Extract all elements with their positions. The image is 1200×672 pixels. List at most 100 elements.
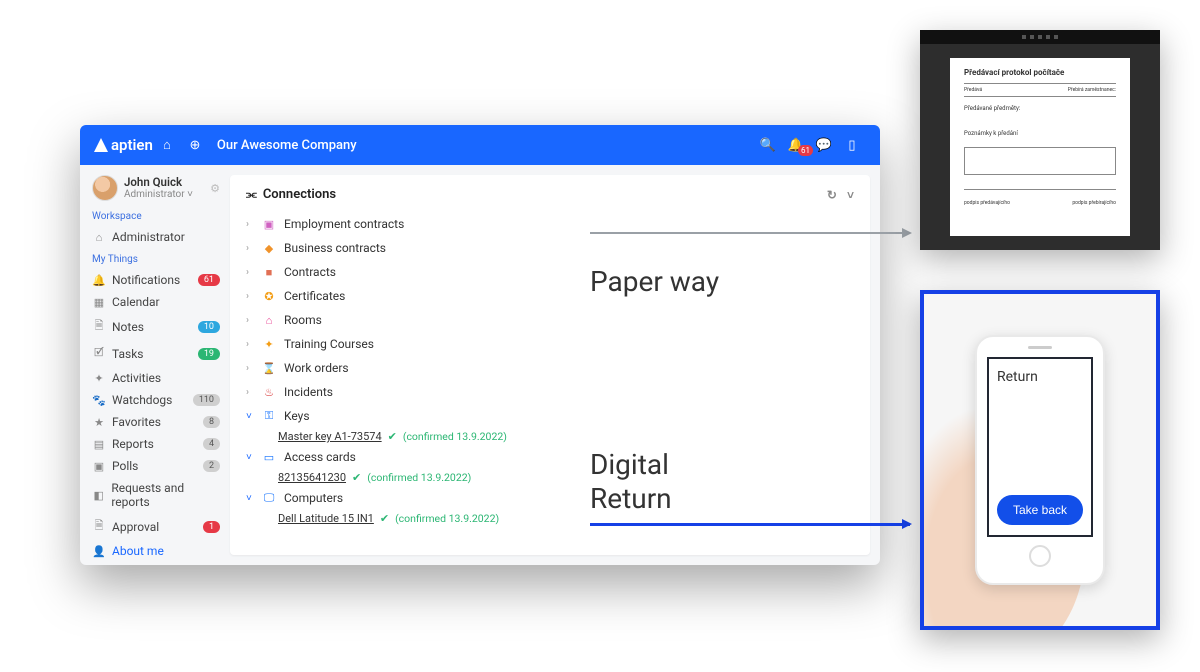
connection-training-courses[interactable]: ›✦Training Courses	[246, 332, 854, 356]
refresh-icon[interactable]: ↻	[827, 188, 837, 202]
add-icon[interactable]: ⊕	[181, 138, 209, 153]
phone-speaker	[1028, 346, 1052, 349]
sub-item-link[interactable]: Dell Latitude 15 IN1	[278, 512, 374, 525]
chevron-down-icon[interactable]: ˅	[847, 188, 854, 202]
sub-item-link[interactable]: Master key A1-73574	[278, 430, 382, 443]
sidebar-item-calendar[interactable]: ▦ Calendar	[92, 291, 220, 313]
connection-icon: ▭	[262, 451, 276, 464]
connection-keys[interactable]: ˅⚿Keys	[246, 404, 854, 428]
connection-icon: ⌂	[262, 314, 276, 327]
connection-incidents[interactable]: ›♨Incidents	[246, 380, 854, 404]
connection-icon: ⚿	[262, 409, 276, 423]
admin-icon: ⌂	[92, 231, 106, 244]
sidebar-item-about-me[interactable]: 👤About me	[92, 540, 220, 562]
annotation-digital-1: Digital	[590, 448, 669, 481]
chevron-down-icon: ˅	[246, 452, 254, 463]
connection-computers[interactable]: ˅ 🖵 Computers	[246, 486, 854, 510]
sidebar-item-reports[interactable]: ▤ Reports 4	[92, 433, 220, 455]
connection-label: Computers	[284, 491, 343, 505]
paper-sheet: Předávací protokol počítače PředáváPřebí…	[950, 58, 1130, 236]
sidebar-item-requests-and-reports[interactable]: ◧Requests and reports	[92, 477, 220, 513]
connection-sub-item[interactable]: 82135641230 ✔ (confirmed 13.9.2022)	[278, 469, 854, 486]
connection-label: Contracts	[284, 265, 336, 279]
connection-rooms[interactable]: ›⌂Rooms	[246, 308, 854, 332]
chevron-down-icon: ˅	[246, 493, 254, 504]
check-icon: ✔	[388, 430, 397, 443]
sidebar-item-tasks[interactable]: 🗹Tasks19	[92, 340, 220, 367]
brand-logo[interactable]: aptien	[94, 136, 153, 154]
home-icon[interactable]: ⌂	[153, 137, 181, 153]
connection-icon: ▣	[262, 218, 276, 231]
connection-business-contracts[interactable]: ›◆Business contracts	[246, 236, 854, 260]
search-icon[interactable]: 🔍	[754, 138, 782, 153]
sidebar-item-notes[interactable]: 🗎Notes10	[92, 313, 220, 340]
sidebar-badge: 4	[203, 438, 220, 450]
brand-text: aptien	[111, 136, 153, 154]
connection-icon: ■	[262, 266, 276, 279]
sidebar-label: Favorites	[112, 415, 161, 429]
connection-icon: 🖵	[262, 491, 276, 505]
take-back-button[interactable]: Take back	[997, 495, 1083, 525]
device-icon[interactable]: ▯	[838, 138, 866, 153]
connection-label: Business contracts	[284, 241, 386, 255]
connection-certificates[interactable]: ›✪Certificates	[246, 284, 854, 308]
sidebar-label: Activities	[112, 371, 161, 385]
check-icon: ✔	[380, 512, 389, 525]
connection-icon: ♨	[262, 386, 276, 399]
sidebar-label: Calendar	[112, 295, 160, 309]
sidebar-label: Notes	[112, 320, 144, 334]
sidebar: John Quick Administrator ˅ ⚙ Workspace ⌂…	[80, 165, 230, 565]
connection-contracts[interactable]: ›■Contracts	[246, 260, 854, 284]
connection-label: Incidents	[284, 385, 333, 399]
top-bar: aptien ⌂ ⊕ Our Awesome Company 🔍 🔔61 💬 ▯	[80, 125, 880, 165]
sidebar-item-watchdogs[interactable]: 🐾Watchdogs110	[92, 389, 220, 411]
sidebar-item-administrator[interactable]: ⌂Administrator	[92, 226, 220, 248]
connection-label: Work orders	[284, 361, 349, 375]
sidebar-item-polls[interactable]: ▣Polls2	[92, 455, 220, 477]
sidebar-item-activities[interactable]: ✦ Activities	[92, 367, 220, 389]
sidebar-label: Approval	[112, 520, 159, 534]
sidebar-icon: ▦	[92, 296, 106, 309]
sidebar-label: Reports	[112, 437, 154, 451]
sub-item-link[interactable]: 82135641230	[278, 471, 346, 484]
sidebar-label: Watchdogs	[112, 393, 172, 407]
chevron-right-icon: ›	[246, 219, 254, 230]
sidebar-label: Notifications	[112, 273, 180, 287]
phone-preview: Return Take back	[920, 290, 1160, 630]
connection-work-orders[interactable]: ›⌛Work orders	[246, 356, 854, 380]
sidebar-label: Tasks	[112, 347, 144, 361]
connection-icon: ◆	[262, 242, 276, 255]
connection-icon: ✦	[262, 338, 276, 351]
sidebar-badge: 8	[203, 416, 220, 428]
gear-icon[interactable]: ⚙	[210, 182, 220, 195]
panel-header: ⫘ Connections ↻ ˅	[246, 187, 854, 202]
chevron-right-icon: ›	[246, 339, 254, 350]
sidebar-icon: ★	[92, 416, 106, 429]
sidebar-icon: ✦	[92, 372, 106, 385]
sidebar-icon: ◧	[92, 489, 105, 502]
sidebar-item-notifications[interactable]: 🔔 Notifications 61	[92, 269, 220, 291]
sidebar-icon: 🔔	[92, 274, 106, 287]
bell-icon[interactable]: 🔔61	[782, 138, 810, 153]
phone-home-button[interactable]	[1029, 545, 1051, 567]
phone-screen: Return Take back	[987, 357, 1093, 537]
paper-toolbar	[920, 30, 1160, 44]
sidebar-item-approval[interactable]: 🗎Approval1	[92, 513, 220, 540]
user-block[interactable]: John Quick Administrator ˅ ⚙	[92, 175, 220, 201]
company-name[interactable]: Our Awesome Company	[217, 138, 357, 153]
chat-icon[interactable]: 💬	[810, 138, 838, 153]
arrow-paper	[590, 232, 910, 234]
check-icon: ✔	[352, 471, 361, 484]
confirm-text: (confirmed 13.9.2022)	[403, 430, 507, 443]
sidebar-badge: 1	[203, 521, 220, 533]
sidebar-icon: ▣	[92, 460, 106, 473]
sidebar-badge: 61	[198, 274, 220, 286]
paper-preview: Předávací protokol počítače PředáváPřebí…	[920, 30, 1160, 250]
chevron-right-icon: ›	[246, 291, 254, 302]
connection-access-cards[interactable]: ˅▭Access cards	[246, 445, 854, 469]
sidebar-item-favorites[interactable]: ★ Favorites 8	[92, 411, 220, 433]
sidebar-icon: ▤	[92, 438, 106, 451]
sidebar-label: Polls	[112, 459, 138, 473]
connection-sub-item[interactable]: Master key A1-73574 ✔ (confirmed 13.9.20…	[278, 428, 854, 445]
annotation-digital-2: Return	[590, 482, 672, 515]
